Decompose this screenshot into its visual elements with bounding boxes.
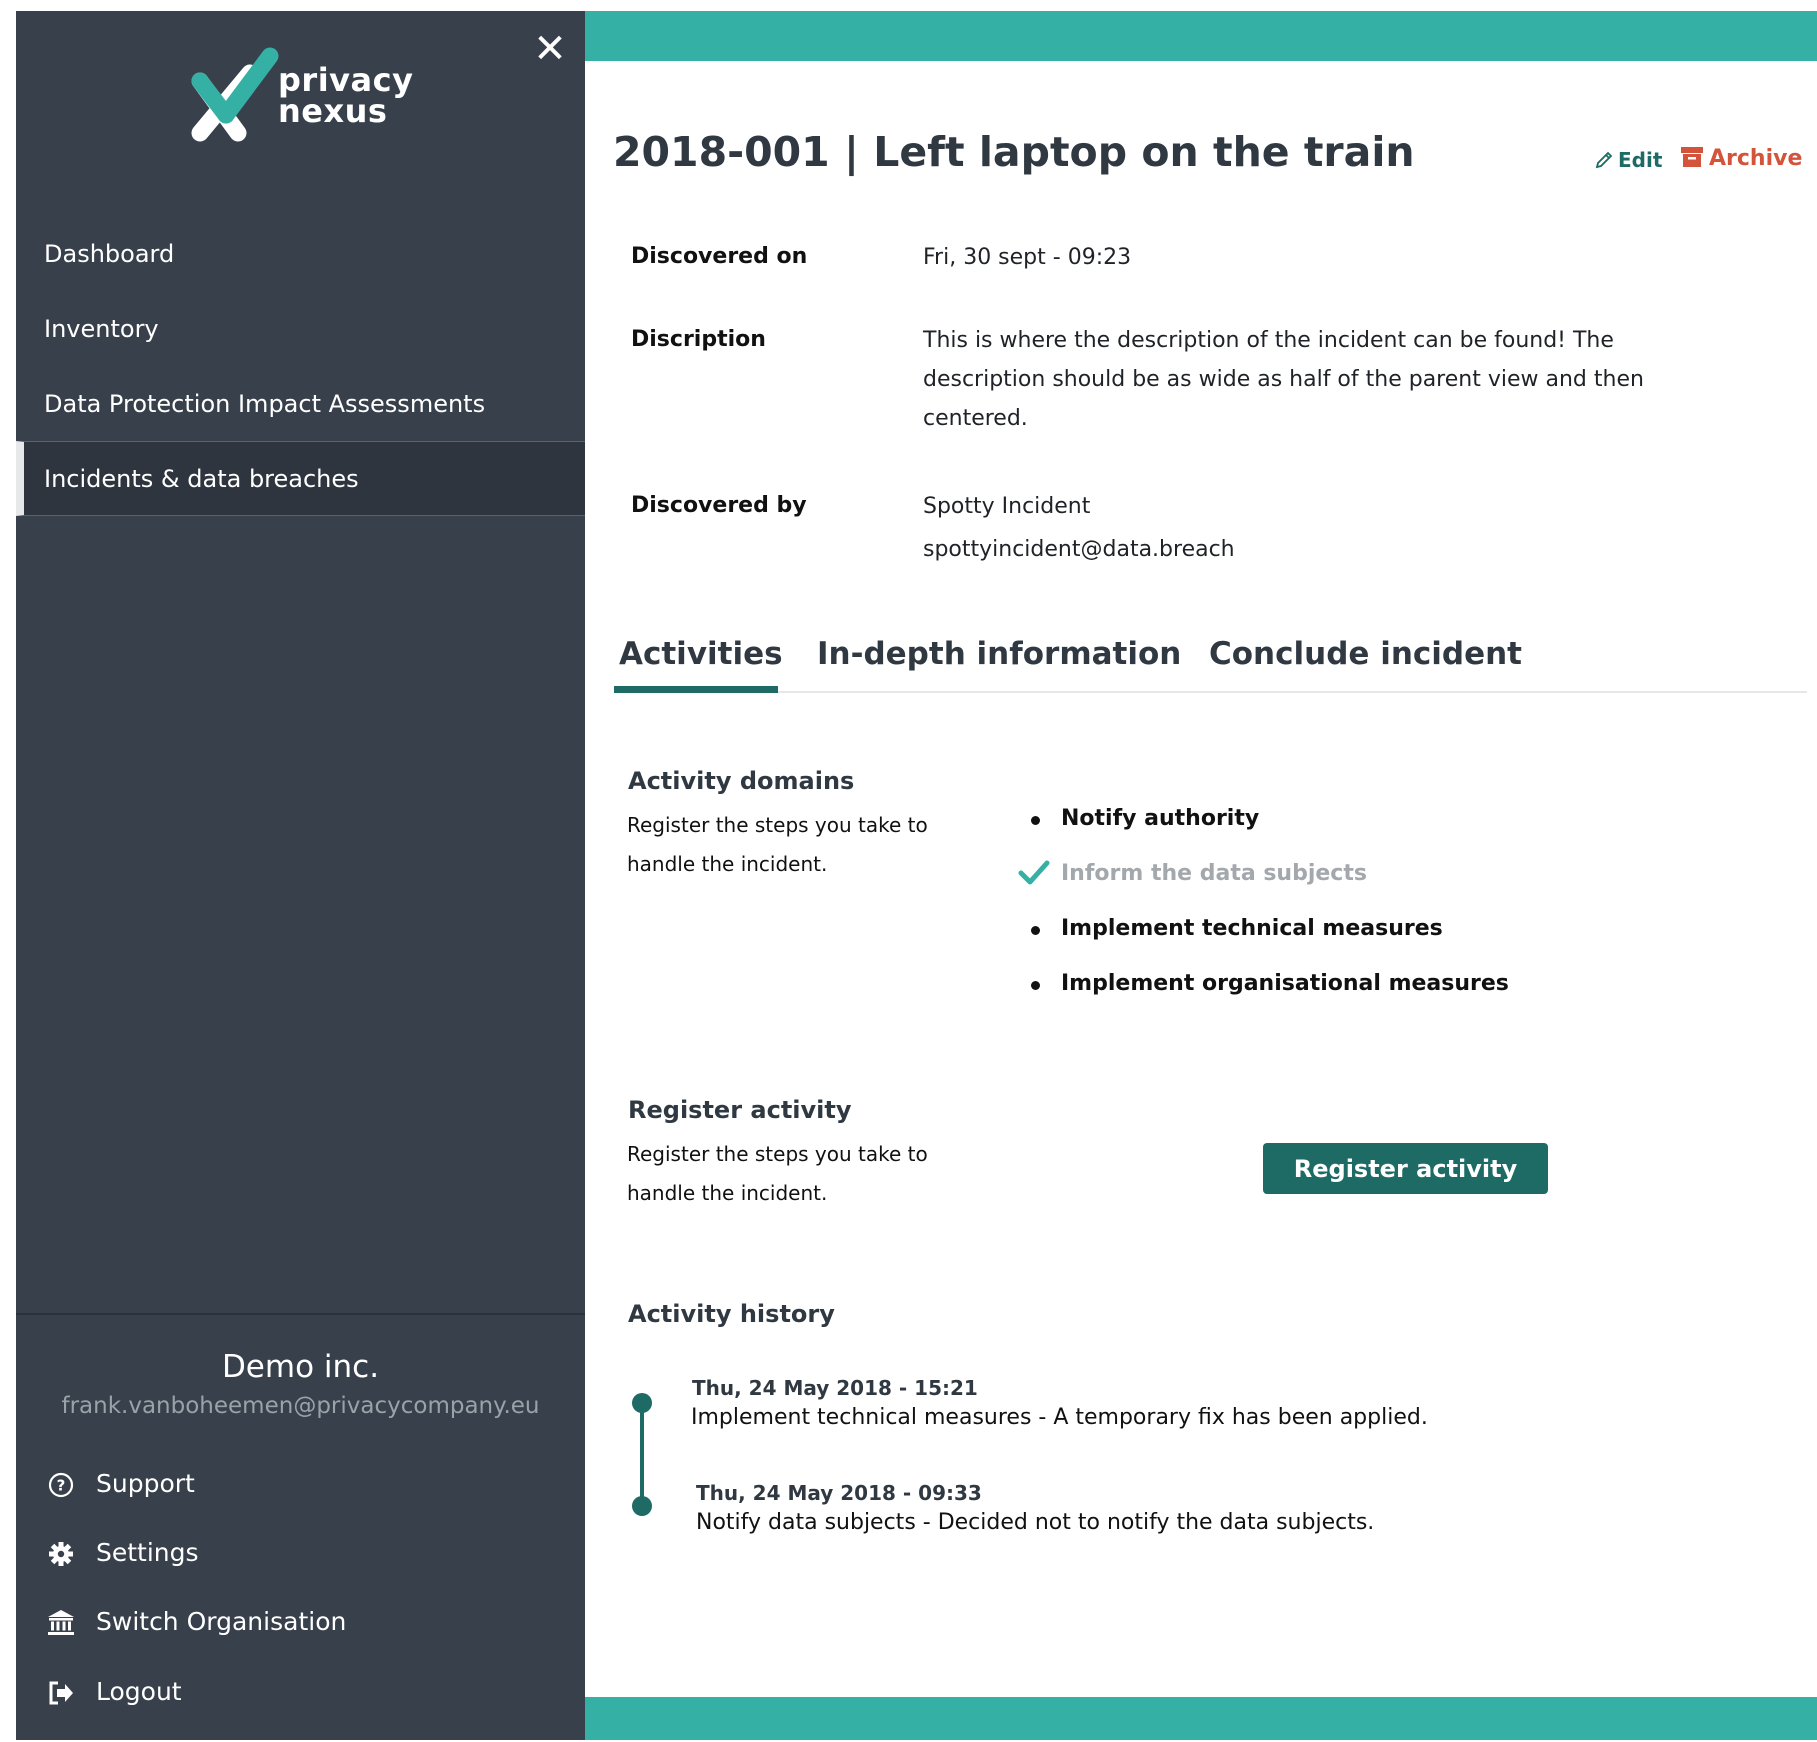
- archive-label: Archive: [1709, 146, 1803, 171]
- settings-label: Settings: [96, 1538, 199, 1567]
- history-entry-text: Implement technical measures - A tempora…: [691, 1405, 1428, 1430]
- logout-icon: [46, 1678, 76, 1708]
- edit-link[interactable]: Edit: [1594, 148, 1662, 172]
- check-icon: [1018, 860, 1050, 885]
- activity-domains-description: Register the steps you take to handle th…: [627, 813, 928, 876]
- logo-line-2: nexus: [278, 92, 388, 130]
- organisation-name: Demo inc.: [221, 1349, 380, 1385]
- gear-icon: [46, 1539, 76, 1569]
- sidebar-item-incidents[interactable]: Incidents & data breaches: [16, 441, 585, 516]
- discovered-by-email: spottyincident@data.breach: [923, 537, 1235, 562]
- logo-mark-icon: [191, 47, 279, 142]
- bottom-bar: [585, 1697, 1817, 1740]
- description-label: Discription: [631, 327, 766, 352]
- discovered-on-label: Discovered on: [631, 244, 808, 269]
- register-activity-title: Register activity: [628, 1096, 852, 1124]
- bullet-icon: [1031, 926, 1040, 935]
- active-tab-indicator: [614, 686, 778, 693]
- archive-box-icon: [1681, 147, 1703, 167]
- pencil-icon: [1595, 151, 1613, 169]
- support-link[interactable]: ? Support: [46, 1464, 195, 1504]
- discovered-on-value: Fri, 30 sept - 09:23: [923, 245, 1132, 270]
- tab-activities[interactable]: Activities: [619, 636, 783, 672]
- description-value: This is where the description of the inc…: [923, 328, 1644, 431]
- register-activity-button[interactable]: Register activity: [1263, 1143, 1548, 1194]
- timeline-dot: [632, 1393, 652, 1413]
- top-bar: [585, 11, 1817, 61]
- history-entry-text: Notify data subjects - Decided not to no…: [696, 1510, 1375, 1535]
- sidebar-item-inventory[interactable]: Inventory: [16, 292, 585, 367]
- activity-history-title: Activity history: [628, 1300, 835, 1328]
- logo-text: privacy nexus: [278, 64, 413, 130]
- sidebar-item-label: Data Protection Impact Assessments: [44, 390, 486, 418]
- sidebar-item-label: Dashboard: [44, 240, 175, 268]
- sidebar-footer: Demo inc. frank.vanboheemen@privacycompa…: [16, 1313, 585, 1742]
- settings-link[interactable]: Settings: [46, 1533, 199, 1573]
- discovered-by-label: Discovered by: [631, 493, 807, 518]
- logout-link[interactable]: Logout: [46, 1672, 182, 1712]
- sidebar-item-label: Inventory: [44, 315, 159, 343]
- close-icon[interactable]: ✕: [532, 29, 568, 69]
- timeline-dot: [632, 1496, 652, 1516]
- support-label: Support: [96, 1469, 195, 1498]
- switch-organisation-label: Switch Organisation: [96, 1607, 347, 1636]
- history-entry-date: Thu, 24 May 2018 - 09:33: [696, 1481, 982, 1505]
- svg-text:?: ?: [57, 1477, 66, 1495]
- logo: privacy nexus: [190, 41, 450, 151]
- tab-conclude-incident[interactable]: Conclude incident: [1209, 636, 1522, 672]
- activity-domains-title: Activity domains: [628, 767, 855, 795]
- bullet-icon: [1031, 816, 1040, 825]
- timeline-line: [640, 1402, 644, 1506]
- switch-organisation-link[interactable]: Switch Organisation: [46, 1602, 346, 1642]
- bank-icon: [46, 1608, 76, 1638]
- archive-link[interactable]: Archive: [1681, 146, 1802, 171]
- sidebar-item-dpia[interactable]: Data Protection Impact Assessments: [16, 367, 585, 442]
- sidebar: privacy nexus ✕ Dashboard Inventory Data…: [16, 11, 585, 1740]
- sidebar-item-dashboard[interactable]: Dashboard: [16, 217, 585, 292]
- discovered-by-name: Spotty Incident: [923, 494, 1091, 519]
- domain-item[interactable]: Implement technical measures: [1061, 916, 1443, 941]
- edit-label: Edit: [1618, 148, 1663, 172]
- sidebar-item-label: Incidents & data breaches: [44, 465, 359, 493]
- tab-in-depth-information[interactable]: In-depth information: [817, 636, 1181, 672]
- domain-item[interactable]: Inform the data subjects: [1061, 861, 1367, 886]
- user-email: frank.vanboheemen@privacycompany.eu: [61, 1393, 540, 1419]
- register-activity-description: Register the steps you take to handle th…: [627, 1142, 928, 1205]
- tabs-divider: [614, 691, 1807, 693]
- bullet-icon: [1031, 981, 1040, 990]
- history-entry-date: Thu, 24 May 2018 - 15:21: [692, 1376, 978, 1400]
- domain-item[interactable]: Notify authority: [1061, 806, 1259, 831]
- page-title: 2018-001 | Left laptop on the train: [613, 128, 1415, 176]
- logout-label: Logout: [96, 1677, 182, 1706]
- domain-item[interactable]: Implement organisational measures: [1061, 971, 1509, 996]
- question-circle-icon: ?: [46, 1470, 76, 1500]
